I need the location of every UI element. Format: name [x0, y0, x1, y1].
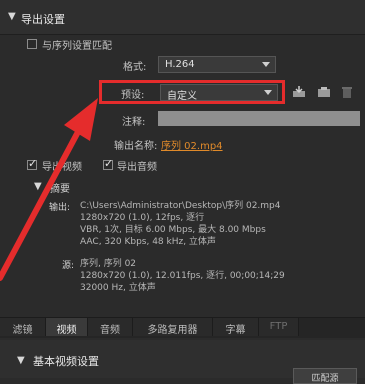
tab-ftp[interactable]: FTP: [259, 318, 299, 336]
basic-video-title: 基本视频设置: [33, 355, 99, 368]
tab-audio[interactable]: 音频: [88, 318, 133, 336]
tab-multiplexer[interactable]: 多路复用器: [133, 318, 213, 336]
match-source-button[interactable]: 匹配源: [293, 368, 357, 384]
tab-video[interactable]: 视频: [46, 318, 88, 336]
tab-filters[interactable]: 滤镜: [0, 318, 46, 336]
tab-captions[interactable]: 字幕: [213, 318, 259, 336]
basic-video-collapse-icon[interactable]: ▼: [17, 355, 25, 366]
